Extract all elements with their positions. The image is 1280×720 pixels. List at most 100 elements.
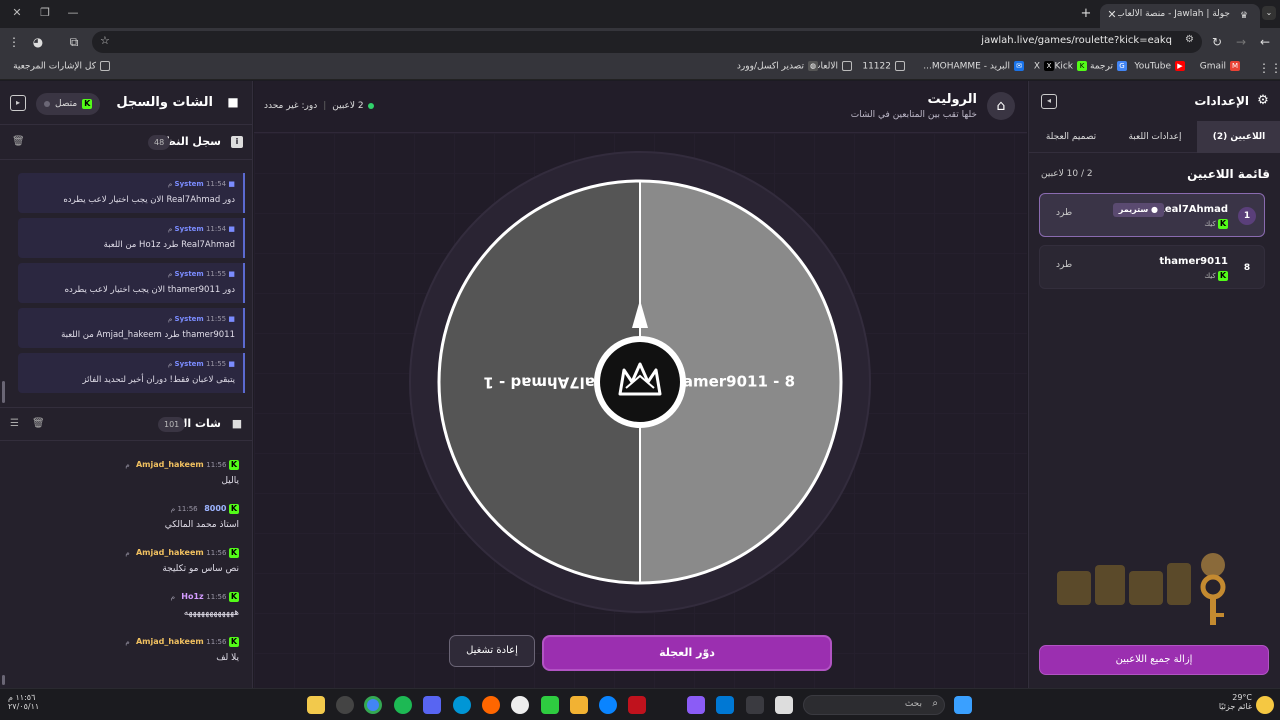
app-icon[interactable]: [336, 696, 354, 714]
forward-icon[interactable]: →: [1233, 34, 1249, 50]
chat-username[interactable]: 8000: [204, 504, 226, 513]
chrome-icon[interactable]: [364, 696, 382, 714]
remove-all-players-button[interactable]: إزالة جميع اللاعبين: [1039, 645, 1269, 675]
kick-icon: K: [229, 504, 239, 514]
chat-bubble-icon: ■: [231, 417, 243, 430]
profile-avatar-icon[interactable]: ◕: [30, 34, 46, 50]
log-scrollbar[interactable]: [2, 381, 5, 403]
tab-wheel-design[interactable]: تصميم العجلة: [1029, 121, 1113, 153]
hp-icon[interactable]: [453, 696, 471, 714]
task-view-icon[interactable]: [775, 696, 793, 714]
system-log-item: ■ System 11:55 م دور thamer9011 الان يجب…: [18, 263, 245, 303]
kick-icon: K: [1218, 271, 1228, 281]
spotify-icon[interactable]: [394, 696, 412, 714]
edge-icon[interactable]: [599, 696, 617, 714]
system-icon: ■: [228, 225, 235, 233]
kick-icon: K: [1077, 61, 1087, 71]
player-list-title: قائمة اللاعبين: [1187, 167, 1270, 181]
gmail-icon: M: [1230, 61, 1240, 71]
url-text[interactable]: jawlah.live/games/roulette?kick=eakq: [981, 35, 1172, 46]
app-green-icon[interactable]: [541, 696, 559, 714]
bookmark-all[interactable]: كل الإشارات المرجعية: [13, 61, 110, 72]
chat-username[interactable]: Amjad_hakeem: [136, 460, 204, 469]
filter-icon[interactable]: ☰: [10, 418, 19, 429]
home-button[interactable]: ⌂: [987, 92, 1015, 120]
tab-game-settings[interactable]: إعدادات اللعبة: [1113, 121, 1197, 153]
extensions-icon[interactable]: ⧉: [66, 34, 82, 50]
bookmark-11122[interactable]: 11122: [862, 61, 905, 72]
store-icon[interactable]: [746, 696, 764, 714]
clear-log-trash-icon[interactable]: 🗑: [12, 136, 25, 147]
windows-taskbar: ١١:٥٦ م ٢٧/٠٥/١١ ⌕ بحث 29°C غائم جزئيًا: [0, 688, 1280, 720]
back-icon[interactable]: ←: [1257, 34, 1273, 50]
game-status: 2 لاعبين | دور: غير محدد: [264, 101, 374, 111]
connection-status: K متصل: [36, 93, 101, 115]
bookmark-x[interactable]: XX: [1034, 61, 1054, 72]
collapse-right-panel-button[interactable]: ◂: [1041, 94, 1057, 109]
tab-search-icon[interactable]: ⌄: [1262, 6, 1276, 20]
roulette-wheel[interactable]: thamer9011 - 8 Real7Ahmad - 1: [408, 150, 872, 614]
clear-chat-trash-icon[interactable]: 🗑: [32, 418, 45, 429]
search-icon: ⌕: [932, 698, 938, 709]
player-list-count: 2 / 10 لاعبين: [1041, 169, 1093, 179]
kick-player-button[interactable]: طرد: [1056, 260, 1072, 270]
chat-username[interactable]: Ho1z: [181, 592, 203, 601]
system-log-item: ■ System 11:55 م thamer9011 طرد Amjad_ha…: [18, 308, 245, 348]
gear-icon: ⚙: [1257, 93, 1269, 108]
browser-toolbar: ⋮ ◕ ⧉ ☆ jawlah.live/games/roulette?kick=…: [0, 28, 1280, 56]
site-info-icon[interactable]: ⚙: [1185, 34, 1194, 45]
player-card-thamer9011[interactable]: 8 thamer9011 K كيك طرد: [1039, 245, 1265, 289]
player-card-real7ahmad[interactable]: 1 Real7Ahmad K كيك ● ستريمر طرد: [1039, 193, 1265, 237]
taskbar-search-input[interactable]: ⌕ بحث: [803, 695, 945, 715]
weather-widget[interactable]: 29°C غائم جزئيًا: [1212, 693, 1252, 711]
tab-title: جولة | Jawlah - منصة الألعاب الت...: [1118, 9, 1230, 19]
bookmark-kick[interactable]: KKick: [1054, 61, 1087, 72]
mcafee-icon[interactable]: [628, 696, 646, 714]
minimize-icon[interactable]: —: [66, 6, 80, 20]
youtube-icon: ▶: [1175, 61, 1185, 71]
steam-icon[interactable]: [511, 696, 529, 714]
file-explorer-icon[interactable]: [570, 696, 588, 714]
settings-title: الإعدادات: [1194, 94, 1249, 108]
sticky-notes-icon[interactable]: [307, 696, 325, 714]
bookmark-star-icon[interactable]: ☆: [100, 34, 110, 47]
bookmark-youtube[interactable]: ▶YouTube: [1134, 61, 1185, 72]
chat-message: K Amjad_hakeem 11:56 م ياليل: [125, 460, 239, 486]
chat-log-header: ■ الشات والسجل K متصل ▸: [0, 81, 253, 125]
bookmark-gmail[interactable]: MGmail: [1200, 61, 1240, 72]
browser-tab[interactable]: ✕ جولة | Jawlah - منصة الألعاب الت... ♛: [1100, 4, 1260, 28]
copilot-icon[interactable]: [687, 696, 705, 714]
system-log-header: i سجل النظام 48 🗑: [0, 126, 253, 160]
bookmark-mail[interactable]: ✉البريد - MOHAMME...: [923, 61, 1024, 72]
bookmark-export[interactable]: ◍تصدير اكسل/وورد: [737, 61, 818, 72]
kick-player-button[interactable]: طرد: [1056, 208, 1072, 218]
replay-button[interactable]: إعادة تشغيل: [449, 635, 535, 667]
chat-message: K Amjad_hakeem 11:56 م يلا لف: [125, 637, 239, 663]
chat-username[interactable]: Amjad_hakeem: [136, 548, 204, 557]
spin-wheel-button[interactable]: دوّر العجلة: [542, 635, 832, 671]
apps-grid-icon[interactable]: ⋮⋮: [1258, 60, 1280, 76]
soundcloud-icon[interactable]: [482, 696, 500, 714]
close-window-icon[interactable]: ✕: [10, 6, 24, 20]
chat-username[interactable]: Amjad_hakeem: [136, 637, 204, 646]
menu-dots-icon[interactable]: ⋮: [6, 34, 22, 50]
bookmark-translate[interactable]: Gترجمة: [1090, 61, 1127, 72]
collapse-left-panel-button[interactable]: ▸: [10, 95, 26, 111]
chat-scrollbar[interactable]: [2, 675, 5, 685]
settings-panel: ⚙ الإعدادات ◂ اللاعبين (2) إعدادات اللعب…: [1028, 81, 1280, 688]
discord-icon[interactable]: [423, 696, 441, 714]
chat-message: K Ho1z 11:56 م ههههههههههههه: [170, 592, 239, 618]
taskbar-clock[interactable]: ١١:٥٦ م ٢٧/٠٥/١١: [8, 693, 39, 711]
new-tab-button[interactable]: +: [1078, 6, 1094, 22]
kick-icon: K: [229, 592, 239, 602]
outlook-icon[interactable]: [716, 696, 734, 714]
bookmark-games[interactable]: الالعاب: [812, 61, 852, 72]
maximize-icon[interactable]: ❐: [38, 6, 52, 20]
address-bar[interactable]: ☆ jawlah.live/games/roulette?kick=eakq ⚙: [92, 31, 1202, 53]
windows-start-icon[interactable]: [954, 696, 972, 714]
tab-players[interactable]: اللاعبين (2): [1197, 121, 1280, 153]
reload-icon[interactable]: ↻: [1209, 34, 1225, 50]
stream-chat-list: K Amjad_hakeem 11:56 م ياليل K 8000 11:5…: [0, 443, 253, 688]
chat-log-title: الشات والسجل: [116, 95, 213, 110]
folder-icon: [842, 61, 852, 71]
